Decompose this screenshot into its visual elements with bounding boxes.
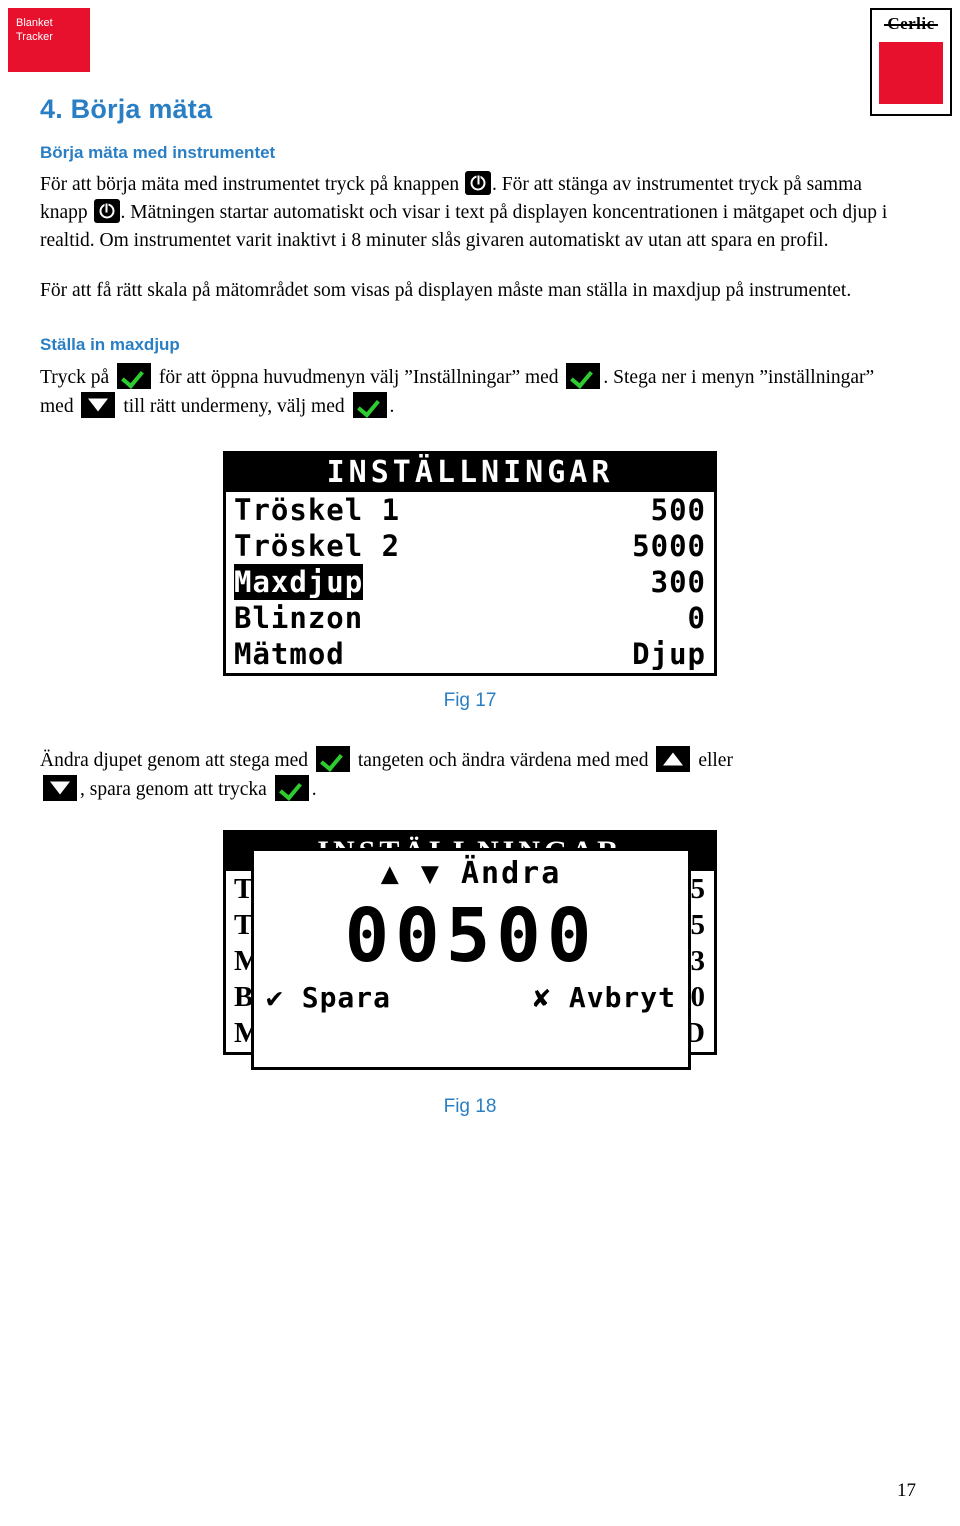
fig17-row-3: Maxdjup 300 xyxy=(226,564,714,600)
page-number: 17 xyxy=(897,1480,916,1501)
para4-text-b: tangeten och ändra värdena med med xyxy=(357,750,649,771)
paragraph-menu-steps: Tryck på för att öppna huvudmenyn välj ”… xyxy=(40,363,900,421)
check-button-icon-4 xyxy=(315,746,350,772)
fig17-row-2-label: Tröskel 2 xyxy=(234,529,401,563)
arrow-up-button-icon xyxy=(656,746,691,772)
fig17-row-2-value: 5000 xyxy=(632,529,706,563)
fig17-row-2: Tröskel 2 5000 xyxy=(226,528,714,564)
para4-text-c: eller xyxy=(698,750,733,771)
check-button-icon-5 xyxy=(274,775,309,801)
check-button-icon-3 xyxy=(352,392,387,418)
power-button-icon-2 xyxy=(93,199,120,223)
subsection-title-maxdepth: Ställa in maxdjup xyxy=(40,335,180,354)
para4-text-a: Ändra djupet genom att stega med xyxy=(40,750,309,771)
logo-line-2: Tracker xyxy=(16,31,53,43)
subsection-title: Börja mäta med instrumentet xyxy=(40,143,276,162)
fig17-row-1-value: 500 xyxy=(650,493,706,527)
fig17-row-5: Mätmod Djup xyxy=(226,636,714,672)
paragraph-start-measuring: För att börja mäta med instrumentet tryc… xyxy=(40,171,900,255)
para3-text-b: för att öppna huvudmenyn välj ”Inställni… xyxy=(158,367,559,388)
cerlic-wordmark: Cerlic xyxy=(872,14,950,34)
paragraph-scale: För att få rätt skala på mätområdet som … xyxy=(40,280,852,301)
fig17-row-5-label: Mätmod xyxy=(234,637,345,671)
arrow-down-button-icon xyxy=(81,392,116,418)
fig18-bg-row-1-value: 5 xyxy=(690,873,706,905)
para4-text-e: . xyxy=(311,779,317,800)
figure-17-display: INSTÄLLNINGAR Tröskel 1 500 Tröskel 2 50… xyxy=(223,451,717,676)
logo-line-1: Blanket xyxy=(16,17,53,29)
para3-text-f: . xyxy=(389,396,395,417)
fig18-bg-row-4-value: 0 xyxy=(690,981,706,1013)
fig18-edit-dialog: ▲ ▼ Ändra 00500 ✔ Spara ✘ Avbryt xyxy=(251,848,691,1070)
fig18-dialog-value: 00500 xyxy=(344,893,598,979)
document-content: 4. Börja mäta Börja mäta med instrumente… xyxy=(40,94,900,1118)
fig18-dialog-header: ▲ ▼ Ändra xyxy=(380,856,562,891)
fig18-save-label: ✔ Spara xyxy=(266,981,392,1014)
figure-18-display: INSTÄLLNINGAR T 5 T 5 M 3 B 0 M D xyxy=(223,830,717,1070)
cerlic-wordmark-text: Cerlic xyxy=(884,14,939,33)
para3-text-c: . Stega ner i xyxy=(603,367,697,388)
para3-text-a: Tryck på xyxy=(40,367,110,388)
fig17-row-3-value: 300 xyxy=(650,565,706,599)
para4-text-d: , spara genom att trycka xyxy=(80,779,267,800)
fig18-bg-row-3-value: 3 xyxy=(690,945,706,977)
fig17-display-title: INSTÄLLNINGAR xyxy=(226,454,714,492)
fig17-row-1: Tröskel 1 500 xyxy=(226,492,714,528)
para1-text-b: . För att stänga av xyxy=(492,174,632,195)
fig17-row-1-label: Tröskel 1 xyxy=(234,493,401,527)
para3-text-e: till rätt undermeny, välj med xyxy=(123,396,345,417)
fig17-row-5-value: Djup xyxy=(632,637,706,671)
page-title: 4. Börja mäta xyxy=(40,94,213,124)
para1-text-d: . Mätningen startar automatiskt och visa… xyxy=(40,202,888,251)
fig17-row-4-label: Blinzon xyxy=(234,601,364,635)
arrow-down-button-icon-2 xyxy=(43,775,77,801)
fig17-row-4: Blinzon 0 xyxy=(226,600,714,636)
paragraph-change-depth: Ändra djupet genom att stega med tangete… xyxy=(40,746,900,804)
fig17-row-4-value: 0 xyxy=(687,601,706,635)
check-button-icon-2 xyxy=(566,363,601,389)
power-button-icon xyxy=(465,171,492,195)
fig18-bg-row-2-value: 5 xyxy=(690,909,706,941)
fig17-row-3-label: Maxdjup xyxy=(234,564,364,600)
check-button-icon xyxy=(117,363,152,389)
figure-17-caption: Fig 17 xyxy=(443,690,497,711)
blanket-tracker-logo: Blanket Tracker xyxy=(8,8,90,72)
figure-18-caption: Fig 18 xyxy=(443,1096,497,1117)
fig18-dialog-footer: ✔ Spara ✘ Avbryt xyxy=(254,975,688,1014)
fig18-cancel-label: ✘ Avbryt xyxy=(533,981,676,1014)
para1-text-a: För att börja mäta med instrumentet tryc… xyxy=(40,174,460,195)
